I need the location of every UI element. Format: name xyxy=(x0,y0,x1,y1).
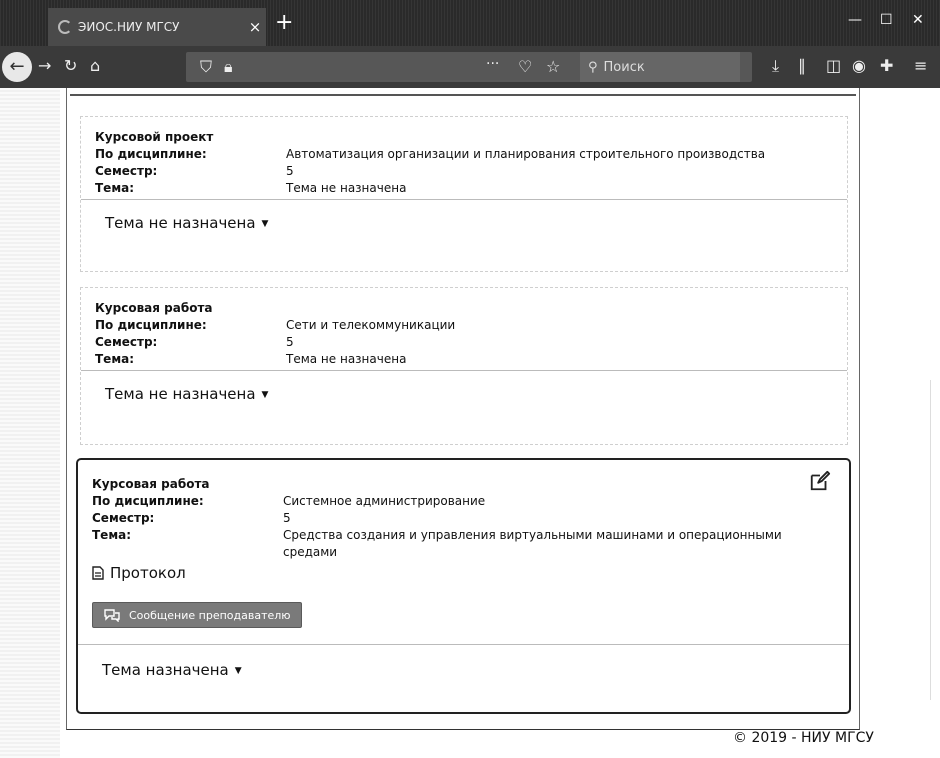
card-title: Курсовая работа xyxy=(92,477,210,491)
back-icon[interactable]: ← xyxy=(2,52,32,82)
semester-label: Семестр: xyxy=(92,511,155,525)
browser-tab[interactable]: ЭИОС.НИУ МГСУ × xyxy=(48,8,266,46)
minimize-icon[interactable]: — xyxy=(848,12,862,28)
lock-icon[interactable]: 🔒︎ xyxy=(224,57,233,77)
card-title: Курсовой проект xyxy=(95,130,214,144)
library-icon[interactable]: ∥ xyxy=(798,56,806,75)
top-divider xyxy=(70,94,856,96)
topic-status-dropdown[interactable]: Тема назначена ▼ xyxy=(78,645,849,701)
discipline-label: По дисциплине: xyxy=(95,147,207,161)
discipline-value: Системное администрирование xyxy=(283,494,486,508)
coursework-card-selected: Курсовая работа По дисциплине: Системное … xyxy=(76,458,851,714)
shield-icon[interactable]: ⛉ xyxy=(200,57,212,77)
caret-down-icon: ▼ xyxy=(261,219,269,229)
topic-value: Тема не назначена xyxy=(286,181,407,195)
search-icon: ⚲ xyxy=(588,59,598,75)
pocket-icon[interactable]: ♡ xyxy=(518,57,532,76)
coursework-card: Курсовая работа По дисциплине: Сети и тел… xyxy=(80,287,848,445)
message-teacher-button[interactable]: Сообщение преподавателю xyxy=(92,602,302,628)
topic-label: Тема: xyxy=(92,528,132,542)
caret-down-icon: ▼ xyxy=(234,666,242,676)
semester-label: Семестр: xyxy=(95,335,158,349)
forward-icon[interactable]: → xyxy=(38,56,51,75)
copyright-text: © 2019 - НИУ МГСУ xyxy=(733,730,874,746)
topic-status-label: Тема не назначена xyxy=(105,385,256,403)
search-input[interactable]: ⚲ Поиск xyxy=(580,52,740,82)
topic-status-label: Тема не назначена xyxy=(105,214,256,232)
topic-status-label: Тема назначена xyxy=(102,661,229,679)
reload-icon[interactable]: ↻ xyxy=(64,56,77,75)
discipline-label: По дисциплине: xyxy=(95,318,207,332)
discipline-value: Автоматизация организации и планирования… xyxy=(286,147,766,161)
caret-down-icon: ▼ xyxy=(261,390,269,400)
coursework-card: Курсовой проект По дисциплине: Автоматиза… xyxy=(80,116,848,272)
semester-value: 5 xyxy=(283,511,291,525)
edit-icon[interactable] xyxy=(809,470,831,492)
semester-value: 5 xyxy=(286,335,294,349)
scrollbar-track[interactable] xyxy=(930,380,931,700)
document-icon xyxy=(92,566,104,580)
page-side-background xyxy=(0,88,60,758)
maximize-icon[interactable]: ☐ xyxy=(880,12,893,28)
message-teacher-label: Сообщение преподавателю xyxy=(129,608,291,622)
tab-title: ЭИОС.НИУ МГСУ xyxy=(78,20,180,34)
protocol-label: Протокол xyxy=(110,564,186,582)
topic-label: Тема: xyxy=(95,352,135,366)
discipline-label: По дисциплине: xyxy=(92,494,204,508)
extensions-icon[interactable]: ✚ xyxy=(880,56,893,75)
topic-value: Средства создания и управления виртуальн… xyxy=(283,528,782,559)
menu-icon[interactable]: ≡ xyxy=(914,56,927,75)
topic-label: Тема: xyxy=(95,181,135,195)
home-icon[interactable]: ⌂ xyxy=(90,56,100,75)
download-icon[interactable]: ⤓ xyxy=(772,56,779,76)
topic-status-dropdown[interactable]: Тема не назначена ▼ xyxy=(81,371,847,427)
browser-toolbar: ← → ↻ ⌂ ⛉ 🔒︎ ··· ♡ ☆ ⚲ Поиск ⤓ ∥ ◫ ◉ ✚ ≡ xyxy=(0,46,940,88)
protocol-link[interactable]: Протокол xyxy=(92,564,835,582)
search-placeholder: Поиск xyxy=(603,59,645,75)
page-actions-icon[interactable]: ··· xyxy=(486,56,499,72)
close-window-icon[interactable]: ✕ xyxy=(912,12,924,28)
bookmark-star-icon[interactable]: ☆ xyxy=(546,57,560,76)
semester-value: 5 xyxy=(286,164,294,178)
account-icon[interactable]: ◉ xyxy=(852,56,866,75)
browser-tab-bar: ЭИОС.НИУ МГСУ × + — ☐ ✕ xyxy=(0,0,940,46)
sidebar-icon[interactable]: ◫ xyxy=(826,56,841,75)
new-tab-button[interactable]: + xyxy=(275,12,293,34)
topic-status-dropdown[interactable]: Тема не назначена ▼ xyxy=(81,200,847,256)
topic-value: Тема не назначена xyxy=(286,352,407,366)
discipline-value: Сети и телекоммуникации xyxy=(286,318,456,332)
loading-icon xyxy=(58,20,72,34)
semester-label: Семестр: xyxy=(95,164,158,178)
chat-icon xyxy=(104,609,120,622)
close-tab-icon[interactable]: × xyxy=(244,18,266,36)
card-title: Курсовая работа xyxy=(95,301,213,315)
